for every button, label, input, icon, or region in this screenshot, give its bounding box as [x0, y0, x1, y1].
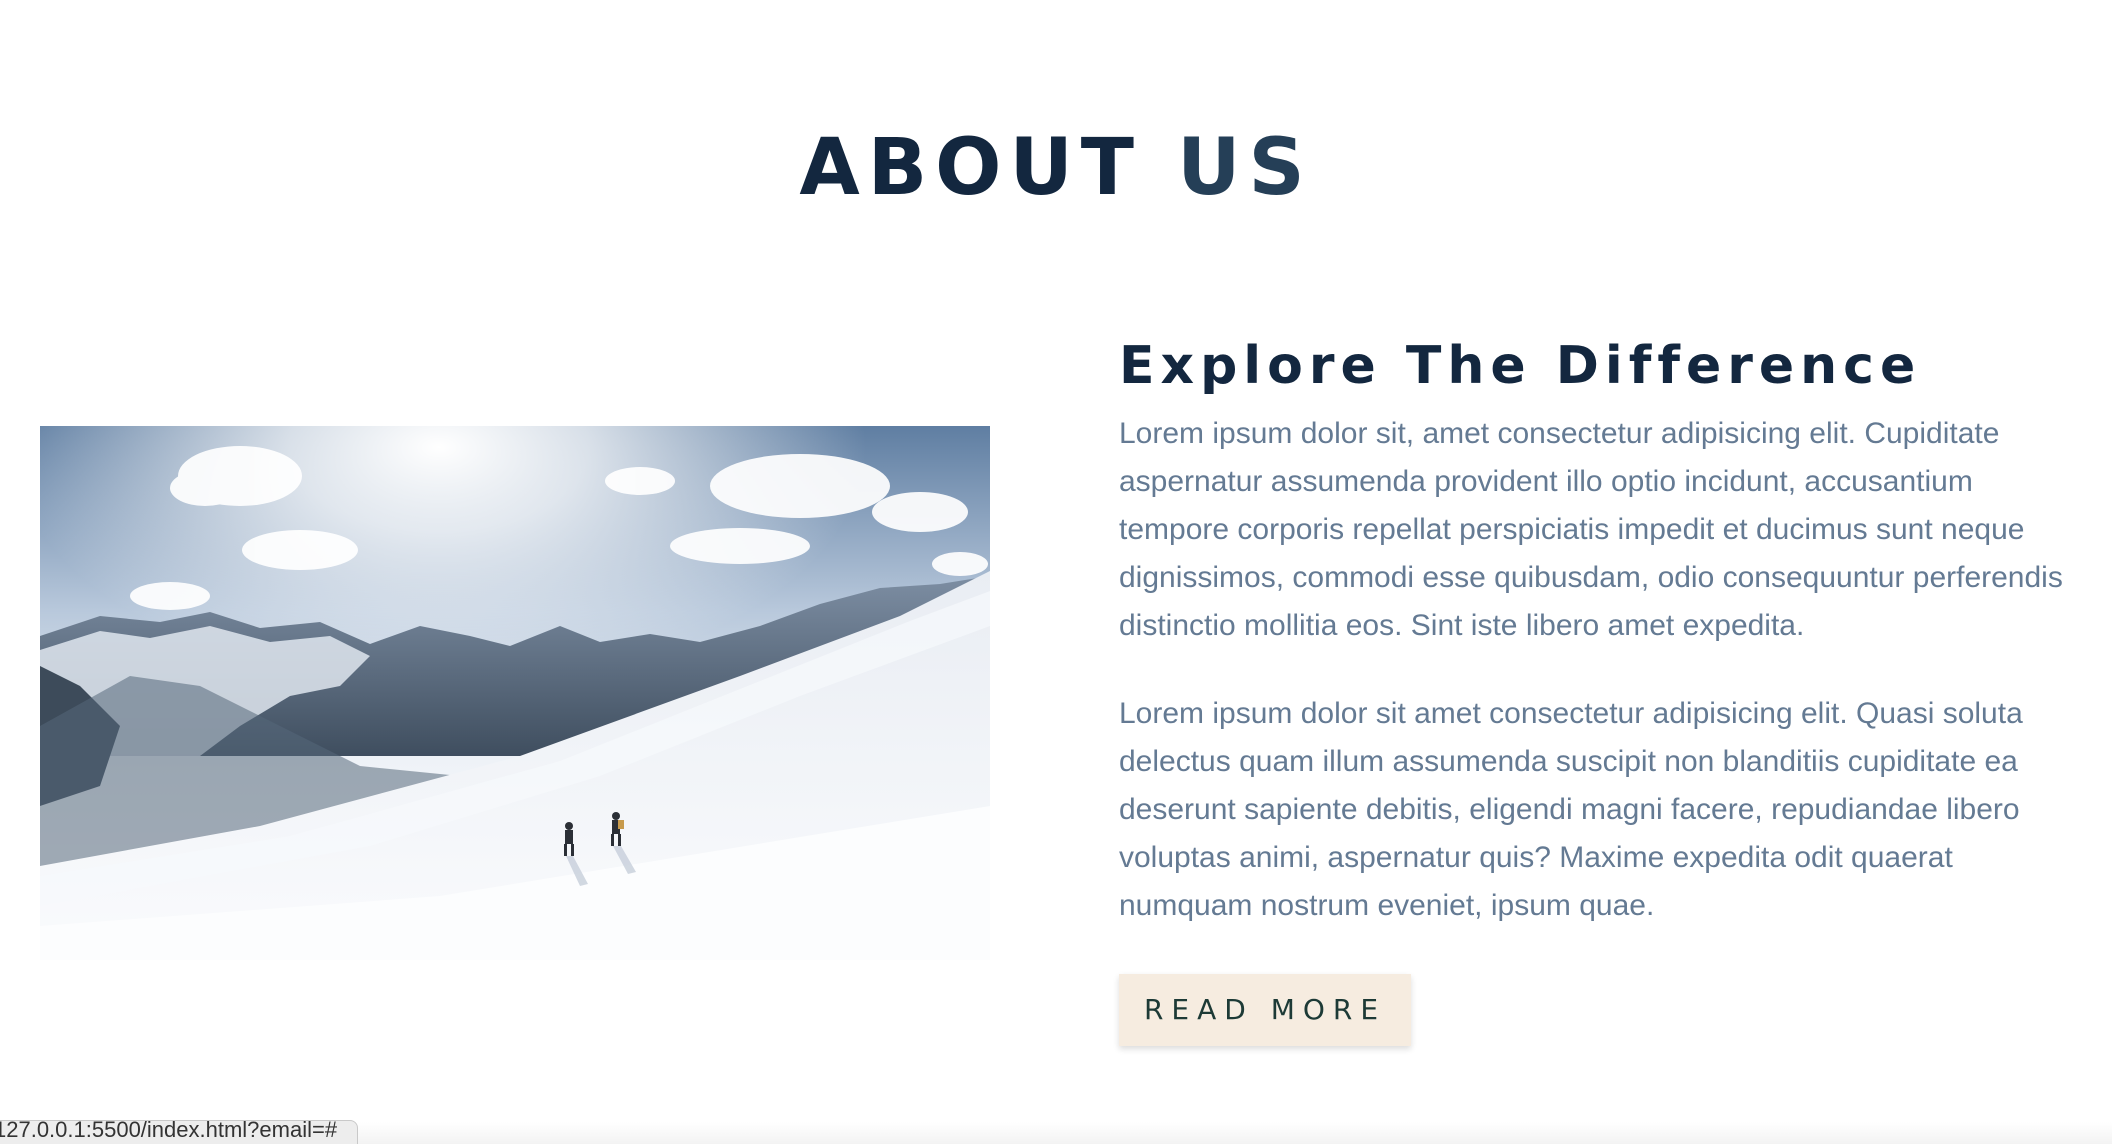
section-title-main: ABOUT: [799, 123, 1178, 213]
subsection-title: Explore The Difference: [1119, 336, 1922, 396]
about-content: Explore The Difference Lorem ipsum dolor…: [1119, 324, 2079, 1046]
about-section: ABOUT US Explore The Difference Lorem ip…: [0, 0, 2112, 1144]
read-more-button[interactable]: READ MORE: [1119, 974, 1411, 1046]
section-title-accent: US: [1177, 123, 1313, 213]
status-bar-url-text: 127.0.0.1:5500/index.html?email=#: [0, 1120, 338, 1142]
snowy-mountain-hikers-photo: [40, 426, 990, 960]
about-paragraph-2: Lorem ipsum dolor sit amet consectetur a…: [1119, 697, 2023, 922]
status-bar-url: 127.0.0.1:5500/index.html?email=#: [0, 1120, 359, 1144]
about-paragraph-1: Lorem ipsum dolor sit, amet consectetur …: [1119, 417, 2063, 642]
section-title: ABOUT US: [0, 113, 2112, 223]
